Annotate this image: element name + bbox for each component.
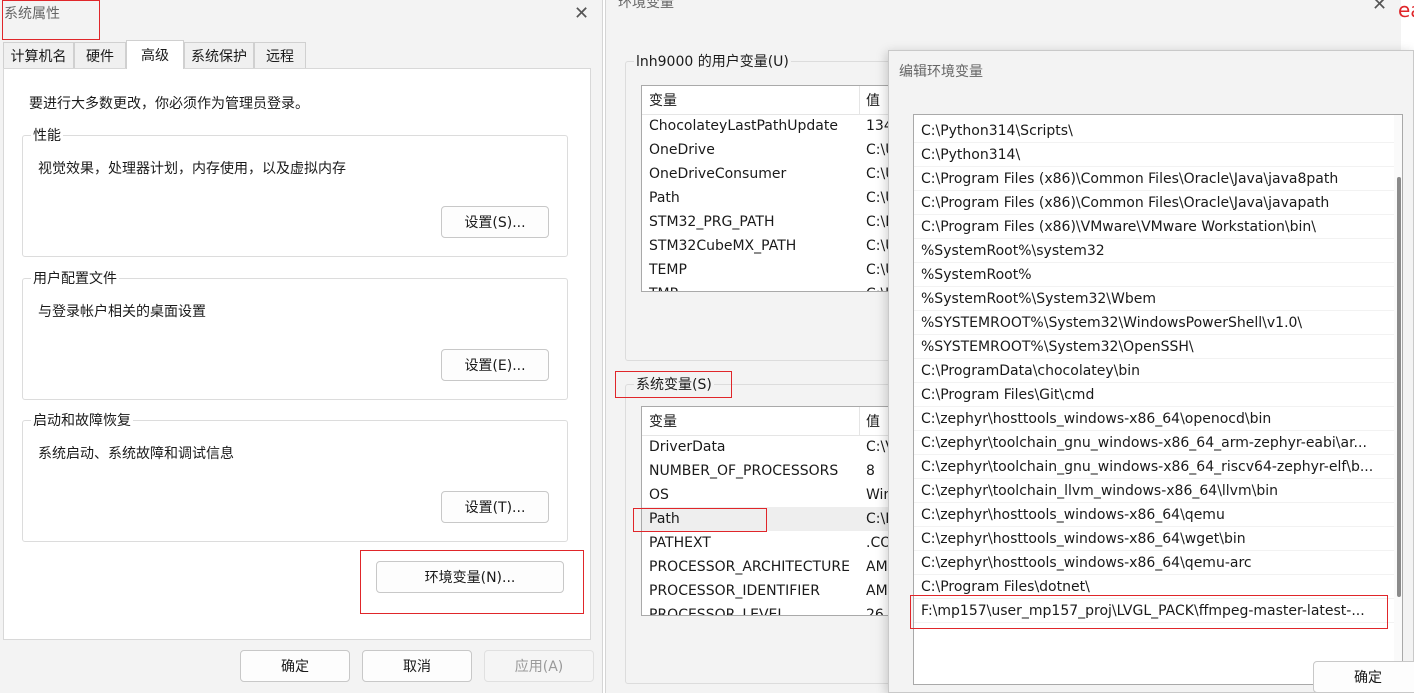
- user-profiles-group: 用户配置文件 与登录帐户相关的桌面设置 设置(E)...: [22, 268, 568, 400]
- performance-group: 性能 视觉效果，处理器计划，内存使用，以及虚拟内存 设置(S)...: [22, 125, 568, 257]
- performance-desc: 视觉效果，处理器计划，内存使用，以及虚拟内存: [38, 161, 346, 177]
- list-item[interactable]: %SystemRoot%: [914, 263, 1394, 287]
- table-row[interactable]: STM32CubeMX_PATH C:\U: [642, 234, 895, 258]
- partial-red-text: ea: [1398, 0, 1414, 22]
- table-row[interactable]: STM32_PRG_PATH C:\P: [642, 210, 895, 234]
- table-row[interactable]: TMPC:\U: [642, 282, 895, 291]
- apply-button[interactable]: 应用(A): [484, 650, 594, 682]
- cancel-button[interactable]: 取消: [362, 650, 472, 682]
- table-row[interactable]: PROCESSOR_IDENTIFIER AM: [642, 579, 895, 603]
- list-item[interactable]: C:\zephyr\hosttools_windows-x86_64\qemu: [914, 503, 1394, 527]
- system-variables-list[interactable]: 变量 值 DriverData C:\V NUMBER_OF_PROCESSORS…: [641, 406, 896, 616]
- user-variables-list[interactable]: 变量 值 ChocolateyLastPathUpdate 134 OneDriv…: [641, 85, 896, 292]
- column-variable[interactable]: 变量: [649, 86, 677, 114]
- system-properties-window: 系统属性 ✕ 计算机名 硬件 高级 系统保护 远程 要进行大多数更改，你必须作为…: [0, 0, 603, 693]
- user-variables-title: lnh9000 的用户变量(U): [634, 51, 791, 71]
- table-row[interactable]: OneDriveConsumer C:\U: [642, 162, 895, 186]
- env-close-icon[interactable]: ✕: [1372, 0, 1387, 15]
- system-variables-title: 系统变量(S): [634, 374, 714, 394]
- user-profiles-desc: 与登录帐户相关的桌面设置: [38, 304, 206, 320]
- user-profiles-settings-button[interactable]: 设置(E)...: [441, 349, 549, 381]
- column-value[interactable]: 值: [866, 86, 880, 114]
- table-row[interactable]: OneDrive C:\U: [642, 138, 895, 162]
- table-row[interactable]: DriverData C:\V: [642, 435, 895, 459]
- tab-advanced[interactable]: 高级: [126, 40, 184, 69]
- list-item[interactable]: %SystemRoot%\System32\Wbem: [914, 287, 1394, 311]
- ok-button[interactable]: 确定: [240, 650, 350, 682]
- table-row[interactable]: Path C:\U: [642, 186, 895, 210]
- list-item[interactable]: C:\zephyr\toolchain_gnu_windows-x86_64_a…: [914, 431, 1394, 455]
- list-item[interactable]: %SYSTEMROOT%\System32\WindowsPowerShell\…: [914, 311, 1394, 335]
- startup-recovery-settings-button[interactable]: 设置(T)...: [441, 491, 549, 523]
- table-row-selected[interactable]: Path C:\P: [642, 507, 895, 531]
- table-row[interactable]: TEMP C:\U: [642, 258, 895, 282]
- tab-remote[interactable]: 远程: [254, 42, 306, 68]
- startup-recovery-desc: 系统启动、系统故障和调试信息: [38, 446, 234, 462]
- table-row[interactable]: OS Win: [642, 483, 895, 507]
- path-list[interactable]: C:\Python314\Scripts\ C:\Python314\ C:\P…: [913, 114, 1403, 685]
- startup-recovery-group: 启动和故障恢复 系统启动、系统故障和调试信息 设置(T)...: [22, 410, 568, 542]
- list-item[interactable]: C:\Python314\: [914, 143, 1394, 167]
- edit-environment-variable-window: 编辑环境变量 C:\Python314\Scripts\ C:\Python31…: [888, 50, 1414, 693]
- scrollbar[interactable]: [1394, 115, 1402, 684]
- advanced-tab-panel: 要进行大多数更改，你必须作为管理员登录。 性能 视觉效果，处理器计划，内存使用，…: [3, 68, 591, 640]
- list-item[interactable]: C:\zephyr\hosttools_windows-x86_64\qemu-…: [914, 551, 1394, 575]
- list-item[interactable]: C:\zephyr\toolchain_llvm_windows-x86_64\…: [914, 479, 1394, 503]
- startup-recovery-title: 启动和故障恢复: [31, 410, 133, 430]
- table-row[interactable]: PROCESSOR_LEVEL 26: [642, 603, 895, 615]
- environment-variables-button[interactable]: 环境变量(N)...: [376, 561, 564, 593]
- env-window-title: 环境变量: [618, 0, 674, 11]
- list-item[interactable]: C:\ProgramData\chocolatey\bin: [914, 359, 1394, 383]
- list-item[interactable]: C:\Python314\Scripts\: [914, 119, 1394, 143]
- list-header: 变量 值: [642, 407, 895, 436]
- edit-ok-button[interactable]: 确定: [1313, 661, 1414, 693]
- table-row[interactable]: NUMBER_OF_PROCESSORS 8: [642, 459, 895, 483]
- window-title: 系统属性: [4, 6, 60, 22]
- scrollbar-thumb[interactable]: [1397, 177, 1401, 597]
- column-separator[interactable]: [859, 86, 860, 114]
- list-item[interactable]: C:\Program Files\Git\cmd: [914, 383, 1394, 407]
- list-item[interactable]: C:\zephyr\hosttools_windows-x86_64\openo…: [914, 407, 1394, 431]
- table-row[interactable]: PROCESSOR_ARCHITECTURE AM: [642, 555, 895, 579]
- list-item[interactable]: C:\Program Files (x86)\Common Files\Orac…: [914, 191, 1394, 215]
- list-item[interactable]: %SystemRoot%\system32: [914, 239, 1394, 263]
- table-row[interactable]: PATHEXT .CO: [642, 531, 895, 555]
- list-item[interactable]: %SYSTEMROOT%\System32\OpenSSH\: [914, 335, 1394, 359]
- list-item[interactable]: C:\zephyr\hosttools_windows-x86_64\wget\…: [914, 527, 1394, 551]
- performance-title: 性能: [31, 125, 63, 145]
- list-item[interactable]: C:\zephyr\toolchain_gnu_windows-x86_64_r…: [914, 455, 1394, 479]
- admin-note: 要进行大多数更改，你必须作为管理员登录。: [29, 96, 309, 112]
- list-item[interactable]: F:\mp157\user_mp157_proj\LVGL_PACK\ffmpe…: [914, 599, 1394, 623]
- list-item[interactable]: C:\Program Files\dotnet\: [914, 575, 1394, 599]
- performance-settings-button[interactable]: 设置(S)...: [441, 206, 549, 238]
- tab-hardware[interactable]: 硬件: [74, 42, 126, 68]
- close-icon[interactable]: ✕: [574, 3, 589, 24]
- column-separator[interactable]: [859, 407, 860, 435]
- column-variable[interactable]: 变量: [649, 407, 677, 435]
- list-item[interactable]: C:\Program Files (x86)\Common Files\Orac…: [914, 167, 1394, 191]
- column-value[interactable]: 值: [866, 407, 880, 435]
- list-item[interactable]: C:\Program Files (x86)\VMware\VMware Wor…: [914, 215, 1394, 239]
- tab-system-protection[interactable]: 系统保护: [184, 42, 254, 68]
- list-header: 变量 值: [642, 86, 895, 115]
- tab-bar: 计算机名 硬件 高级 系统保护 远程: [0, 40, 603, 69]
- tab-computer-name[interactable]: 计算机名: [3, 42, 74, 68]
- edit-window-title: 编辑环境变量: [899, 64, 983, 80]
- table-row[interactable]: ChocolateyLastPathUpdate 134: [642, 114, 895, 138]
- user-profiles-title: 用户配置文件: [31, 268, 119, 288]
